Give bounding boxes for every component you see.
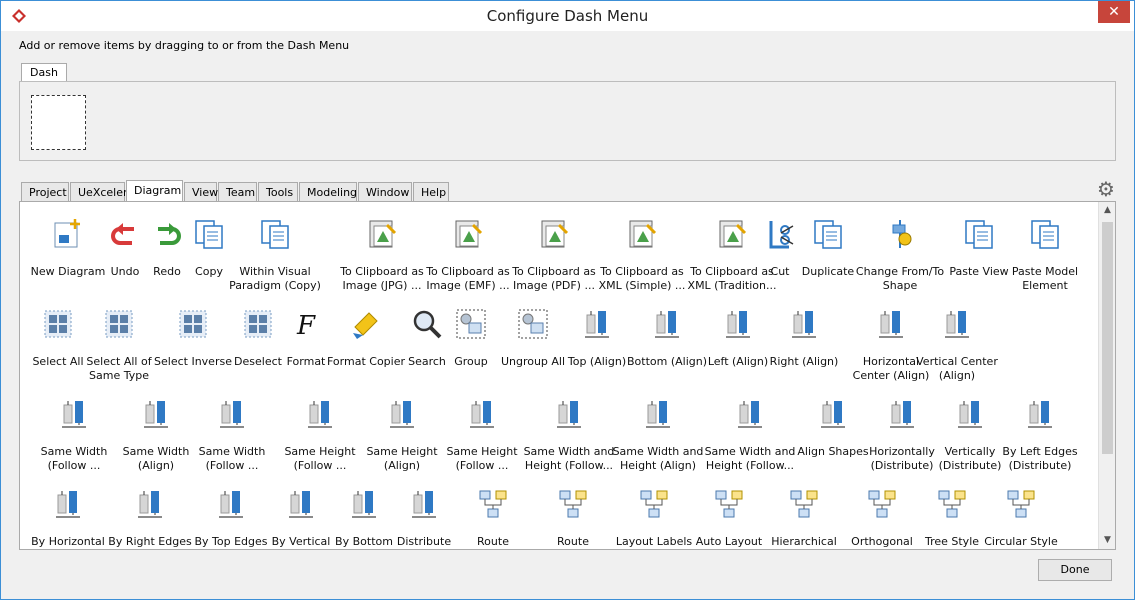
route-2-icon — [559, 490, 587, 518]
distribute-top-edges-icon — [219, 491, 243, 518]
same-width-align-icon — [144, 401, 168, 428]
paste-model-element-item[interactable]: Paste Model Element — [995, 217, 1095, 293]
align-shapes-icon — [821, 401, 845, 428]
change-shape-icon — [892, 220, 912, 248]
paste-view-icon — [965, 220, 993, 249]
scroll-down-icon[interactable]: ▼ — [1099, 532, 1115, 549]
title-bar: Configure Dash Menu ✕ — [1, 1, 1134, 31]
align-horizontal-center-icon — [879, 311, 903, 338]
item-label: Paste Model Element — [1011, 265, 1079, 292]
gear-icon[interactable]: ⚙ — [1095, 178, 1117, 200]
duplicate-icon — [814, 220, 842, 249]
copy-icon — [195, 220, 223, 249]
align-vertical-center-item[interactable]: Vertical Center (Align) — [907, 307, 1007, 383]
circular-style-icon — [1007, 490, 1035, 518]
item-label: Same Height (Follow ... — [446, 445, 518, 472]
route-icon — [479, 490, 507, 518]
tab-help[interactable]: Help — [413, 182, 449, 202]
tab-modeling[interactable]: Modeling — [299, 182, 357, 202]
tab-tools[interactable]: Tools — [258, 182, 298, 202]
align-bottom-icon — [655, 311, 679, 338]
item-label: Right (Align) — [769, 355, 839, 368]
item-label: Same Width and Height (Align) — [612, 445, 704, 472]
clipboard-jpg-item[interactable]: To Clipboard as Image (JPG) ... — [332, 217, 432, 293]
item-label: Same Width (Follow ... — [198, 445, 266, 472]
select-inverse-icon — [179, 310, 207, 338]
tab-project[interactable]: Project — [21, 182, 69, 202]
item-label: To Clipboard as XML (Simple) ... — [598, 265, 686, 292]
dash-menu-panel — [19, 81, 1116, 161]
clipboard-emf-icon — [455, 220, 483, 248]
same-size-follow-icon — [557, 401, 581, 428]
tree-style-icon — [938, 490, 966, 518]
clipboard-xml-simple-item[interactable]: To Clipboard as XML (Simple) ... — [592, 217, 692, 293]
distribute-right-edges-icon — [138, 491, 162, 518]
tab-window[interactable]: Window — [358, 182, 412, 202]
scroll-up-icon[interactable]: ▲ — [1099, 202, 1115, 219]
item-label: By Left Edges (Distribute) — [1002, 445, 1078, 472]
close-button[interactable]: ✕ — [1098, 1, 1130, 23]
align-vertical-center-icon — [945, 311, 969, 338]
same-height-follow-icon — [308, 401, 332, 428]
item-label: To Clipboard as Image (JPG) ... — [340, 265, 424, 292]
paste-model-element-icon — [1031, 220, 1059, 249]
align-right-item[interactable]: Right (Align) — [754, 307, 854, 369]
vertical-scrollbar[interactable]: ▲ ▼ — [1098, 202, 1115, 549]
same-height-align-icon — [390, 401, 414, 428]
same-size-follow-item[interactable]: Same Width and Height (Follow... — [519, 397, 619, 473]
items-grid: New Diagram Undo Redo Copy Within Visual Para… — [20, 202, 1098, 549]
tab-view[interactable]: View — [184, 182, 218, 202]
tab-uexceler[interactable]: UeXceler — [70, 182, 128, 202]
distribute-left-edges-icon — [1028, 401, 1052, 428]
distribute-spacing-icon — [412, 491, 436, 518]
ungroup-icon — [518, 309, 548, 339]
same-height-follow-2-item[interactable]: Same Height (Follow ... — [432, 397, 532, 473]
orthogonal-layout-icon — [868, 490, 896, 518]
item-label: Circular Style(... — [984, 535, 1058, 548]
same-width-follow-icon — [62, 401, 86, 428]
configure-dash-menu-dialog: Configure Dash Menu ✕ Add or remove item… — [0, 0, 1135, 600]
distribute-vertical-center-icon — [289, 491, 313, 518]
auto-layout-icon — [715, 490, 743, 518]
clipboard-emf-item[interactable]: To Clipboard as Image (EMF) ... — [418, 217, 518, 293]
done-button[interactable]: Done — [1038, 559, 1112, 581]
tab-diagram[interactable]: Diagram — [126, 180, 183, 202]
distribute-horizontal-center-icon — [56, 491, 80, 518]
select-same-type-icon — [105, 310, 133, 338]
same-width-follow-2-icon — [220, 401, 244, 428]
distribute-horizontally-icon — [890, 401, 914, 428]
svg-text:F: F — [296, 311, 316, 341]
copy-within-vp-icon — [261, 220, 289, 249]
clipboard-xml-simple-icon — [629, 220, 657, 248]
copy-within-vp-item[interactable]: Within Visual Paradigm (Copy) — [225, 217, 325, 293]
instructions-text: Add or remove items by dragging to or fr… — [19, 39, 350, 52]
hierarchical-layout-icon — [790, 490, 818, 518]
layout-labels-icon — [640, 490, 668, 518]
align-top-icon — [585, 311, 609, 338]
item-label: To Clipboard as Image (EMF) ... — [426, 265, 510, 292]
window-title: Configure Dash Menu — [486, 7, 649, 25]
same-width-follow-2-item[interactable]: Same Width (Follow ... — [182, 397, 282, 473]
scrollbar-thumb[interactable] — [1102, 222, 1113, 454]
item-label: Within Visual Paradigm (Copy) — [229, 265, 321, 292]
same-size-align-item[interactable]: Same Width and Height (Align) — [608, 397, 708, 473]
dash-drop-slot[interactable] — [31, 95, 86, 150]
align-right-icon — [792, 311, 816, 338]
clipboard-jpg-icon — [369, 220, 397, 248]
items-pane: New Diagram Undo Redo Copy Within Visual Para… — [19, 201, 1116, 550]
item-label: Same Width and Height (Follow... — [523, 445, 615, 472]
same-size-follow-2-icon — [738, 401, 762, 428]
clipboard-pdf-item[interactable]: To Clipboard as Image (PDF) ... — [504, 217, 604, 293]
clipboard-pdf-icon — [541, 220, 569, 248]
item-label: Vertical Center (Align) — [916, 355, 998, 382]
distribute-vertically-icon — [958, 401, 982, 428]
distribute-left-edges-item[interactable]: By Left Edges (Distribute) — [990, 397, 1090, 473]
align-left-icon — [726, 311, 750, 338]
item-label: To Clipboard as Image (PDF) ... — [512, 265, 596, 292]
tab-team[interactable]: Team — [218, 182, 257, 202]
same-height-follow-2-icon — [470, 401, 494, 428]
same-size-align-icon — [646, 401, 670, 428]
circular-style-item[interactable]: Circular Style(... — [971, 487, 1071, 549]
tab-dash[interactable]: Dash — [21, 63, 67, 81]
